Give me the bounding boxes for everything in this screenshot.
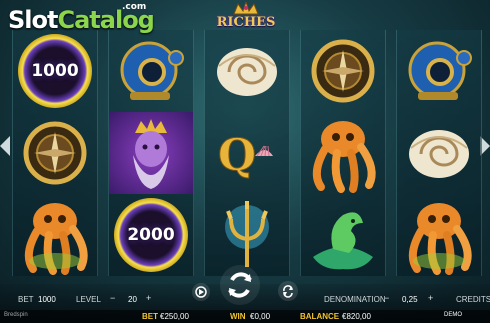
denomination-minus-button[interactable]: − — [384, 293, 389, 303]
symbol-cash-2000: 2000 — [109, 194, 193, 276]
slotcatalog-watermark: SlotCatalog .com — [8, 2, 155, 34]
game-logo: RICHES — [210, 0, 282, 36]
reel-2: 2000 — [108, 30, 194, 276]
autoplay-icon — [195, 286, 207, 298]
nautilus-shell-icon — [217, 48, 277, 96]
provider-footer: Bredspin — [4, 312, 28, 318]
seahorse-icon — [313, 212, 373, 270]
level-value: 20 — [128, 295, 137, 304]
credits-label: CREDITS — [456, 295, 490, 304]
denomination-plus-button[interactable]: + — [428, 293, 433, 303]
octopus-icon — [24, 203, 88, 275]
letter-q-icon: Q — [217, 130, 273, 182]
compass-icon — [23, 121, 87, 185]
denomination-value: 0,25 — [402, 295, 418, 304]
reel-3: Q — [204, 30, 290, 276]
bet-label: BET — [18, 295, 34, 304]
symbol-octopus — [397, 194, 481, 276]
reel-5 — [396, 30, 482, 276]
bet-money-value: €250,00 — [160, 312, 189, 321]
symbol-neptune — [109, 112, 193, 194]
symbol-compass — [301, 30, 385, 112]
symbol-trident — [205, 194, 289, 276]
spin-button[interactable] — [220, 265, 260, 305]
symbol-shell — [205, 30, 289, 112]
symbol-diving-helmet — [109, 30, 193, 112]
level-minus-button[interactable]: − — [110, 293, 115, 303]
watermark-suffix: .com — [122, 2, 147, 12]
octopus-icon — [312, 121, 376, 193]
denomination-label: DENOMINATION — [324, 295, 386, 304]
svg-text:Q: Q — [218, 130, 256, 181]
spin-icon — [228, 272, 252, 298]
reel-4 — [300, 30, 386, 276]
refresh-icon — [283, 285, 293, 298]
bet-value: 1000 — [38, 295, 56, 304]
balance-value: €820,00 — [342, 312, 371, 321]
nautilus-shell-icon — [409, 130, 469, 178]
compass-icon — [311, 39, 375, 103]
reel-1: 1000 — [12, 30, 98, 276]
cash-value: 2000 — [127, 225, 175, 245]
level-plus-button[interactable]: + — [146, 293, 151, 303]
symbol-diving-helmet — [397, 30, 481, 112]
win-label: WIN — [230, 312, 246, 321]
symbol-cash-1000: 1000 — [13, 30, 97, 112]
neptune-icon — [133, 119, 169, 189]
octopus-icon — [408, 203, 472, 275]
cash-value: 1000 — [31, 61, 79, 81]
demo-badge: DEMO — [444, 312, 462, 318]
diving-helmet-icon — [120, 41, 184, 100]
reel-area: 1000 2000 Q — [12, 30, 482, 276]
level-label: LEVEL — [76, 295, 101, 304]
diving-helmet-icon — [408, 41, 472, 100]
watermark-text-a: Slot — [8, 6, 58, 34]
bet-money-label: BET — [142, 312, 158, 321]
game-title: RICHES — [216, 15, 276, 30]
symbol-shell — [397, 112, 481, 194]
win-value: €0,00 — [250, 312, 271, 321]
turbo-button[interactable] — [278, 281, 298, 301]
trident-icon — [225, 201, 269, 267]
left-edge-icon — [0, 136, 10, 156]
symbol-octopus — [13, 194, 97, 276]
symbol-compass — [13, 112, 97, 194]
symbol-queen: Q — [205, 112, 289, 194]
cash-medal-icon: 2000 — [114, 198, 188, 272]
symbol-octopus — [301, 112, 385, 194]
symbol-seahorse — [301, 194, 385, 276]
balance-label: BALANCE — [300, 312, 340, 321]
cash-medal-icon: 1000 — [18, 34, 92, 108]
autoplay-button[interactable] — [192, 283, 210, 301]
